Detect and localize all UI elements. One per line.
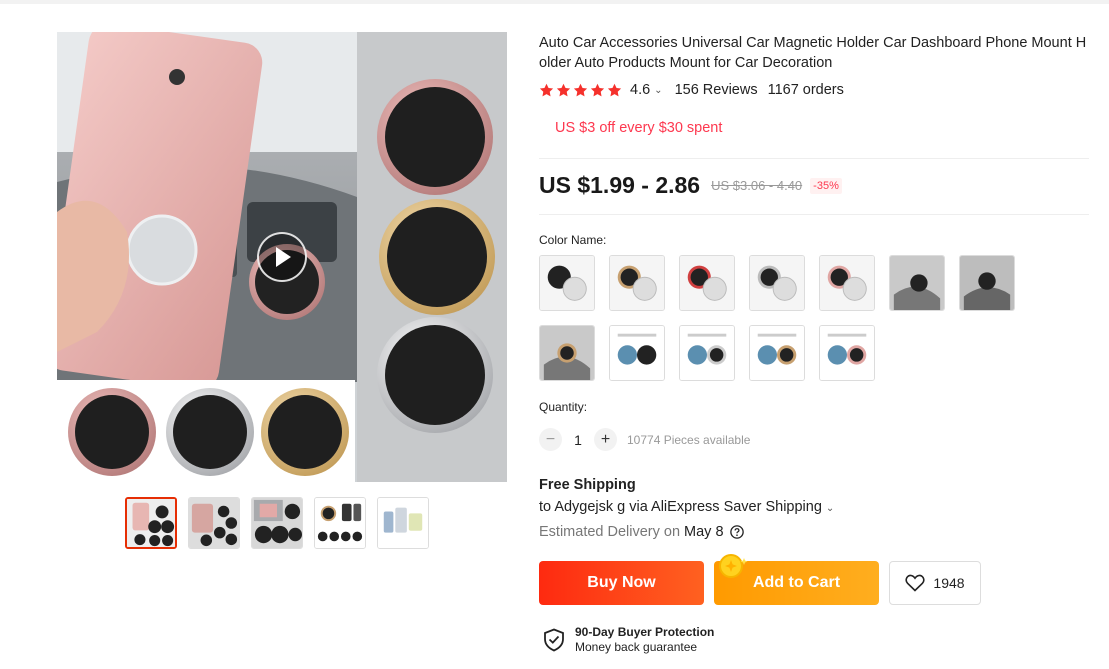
quantity-input[interactable]: 1 (562, 432, 594, 448)
swatch-image (610, 256, 664, 310)
help-icon[interactable] (729, 525, 744, 539)
star-icon (607, 83, 622, 96)
swatch-image (540, 326, 594, 380)
swatch-image (960, 256, 1014, 310)
rating-row: 4.6 ⌄ 156 Reviews 1167 orders (539, 82, 844, 98)
shipping-destination[interactable]: to Adygejsk g via AliExpress Saver Shipp… (539, 499, 834, 515)
thumbnail-image (315, 498, 365, 548)
color-swatch-8[interactable] (539, 325, 595, 381)
shield-check-icon (544, 628, 564, 652)
price-row: US $1.99 - 2.86 US $3.06 - 4.40 -35% (539, 172, 842, 199)
discount-badge: -35% (810, 177, 842, 194)
reviews-link[interactable]: 156 Reviews (675, 82, 758, 98)
thumbnail-2[interactable] (188, 497, 240, 549)
swatch-image (610, 326, 664, 380)
swatch-image (890, 256, 944, 310)
chevron-down-icon[interactable]: ⌄ (654, 85, 662, 96)
play-icon (276, 247, 291, 267)
rating-value[interactable]: 4.6 (630, 82, 650, 98)
delivery-date: May 8 (684, 524, 724, 540)
swatch-image (820, 256, 874, 310)
color-swatch-11[interactable] (749, 325, 805, 381)
color-swatch-3[interactable] (679, 255, 735, 311)
quantity-increase-button[interactable]: + (594, 428, 617, 451)
swatch-image (680, 256, 734, 310)
thumbnail-strip (125, 497, 429, 549)
swatch-image (750, 326, 804, 380)
color-swatch-1[interactable] (539, 255, 595, 311)
top-divider (0, 0, 1109, 4)
star-icon (539, 83, 554, 96)
thumbnail-image (127, 499, 175, 547)
protection-subtitle: Money back guarantee (575, 640, 698, 654)
buyer-protection: 90-Day Buyer Protection Money back guara… (543, 625, 714, 655)
buyer-protection-text: 90-Day Buyer Protection Money back guara… (575, 625, 714, 655)
wishlist-button[interactable]: 1948 (889, 561, 981, 605)
color-swatch-10[interactable] (679, 325, 735, 381)
color-swatch-4[interactable] (749, 255, 805, 311)
shipping-destination-text: to Adygejsk g via AliExpress Saver Shipp… (539, 499, 822, 515)
quantity-stepper: − 1 + 10774 Pieces available (539, 428, 750, 451)
color-swatch-6[interactable] (889, 255, 945, 311)
shipping-title: Free Shipping (539, 477, 636, 493)
price: US $1.99 - 2.86 (539, 172, 701, 198)
swatch-image (680, 326, 734, 380)
main-product-image[interactable] (57, 32, 507, 482)
protection-title: 90-Day Buyer Protection (575, 625, 715, 639)
coin-icon (719, 554, 748, 578)
divider (539, 158, 1089, 159)
orders-count: 1167 orders (767, 82, 844, 98)
thumbnail-3[interactable] (251, 497, 303, 549)
color-swatch-2[interactable] (609, 255, 665, 311)
video-play-button[interactable] (257, 232, 307, 282)
quantity-decrease-button[interactable]: − (539, 428, 562, 451)
chevron-down-icon: ⌄ (825, 503, 835, 514)
color-swatch-7[interactable] (959, 255, 1015, 311)
thumbnail-1[interactable] (125, 497, 177, 549)
swatch-image (750, 256, 804, 310)
delivery-prefix: Estimated Delivery on (539, 524, 681, 540)
color-swatch-5[interactable] (819, 255, 875, 311)
product-title: Auto Car Accessories Universal Car Magne… (539, 35, 1087, 71)
buy-now-button[interactable]: Buy Now (539, 561, 704, 605)
promo-text[interactable]: US $3 off every $30 spent (555, 120, 722, 136)
rating-stars (539, 83, 622, 98)
thumbnail-image (189, 498, 239, 548)
star-icon (556, 83, 571, 96)
original-price: US $3.06 - 4.40 (711, 178, 803, 193)
swatch-image (540, 256, 594, 310)
thumbnail-5[interactable] (377, 497, 429, 549)
swatch-image (820, 326, 874, 380)
estimated-delivery: Estimated Delivery on May 8 (539, 524, 744, 540)
thumbnail-4[interactable] (314, 497, 366, 549)
heart-icon (905, 574, 926, 592)
star-icon (573, 83, 588, 96)
color-swatch-9[interactable] (609, 325, 665, 381)
color-swatch-12[interactable] (819, 325, 875, 381)
thumbnail-image (378, 498, 428, 548)
color-label: Color Name: (539, 233, 607, 247)
stock-available: 10774 Pieces available (627, 432, 751, 447)
star-icon (590, 83, 605, 96)
quantity-label: Quantity: (539, 400, 588, 414)
wishlist-count: 1948 (933, 575, 965, 591)
divider (539, 214, 1089, 215)
thumbnail-image (252, 498, 302, 548)
